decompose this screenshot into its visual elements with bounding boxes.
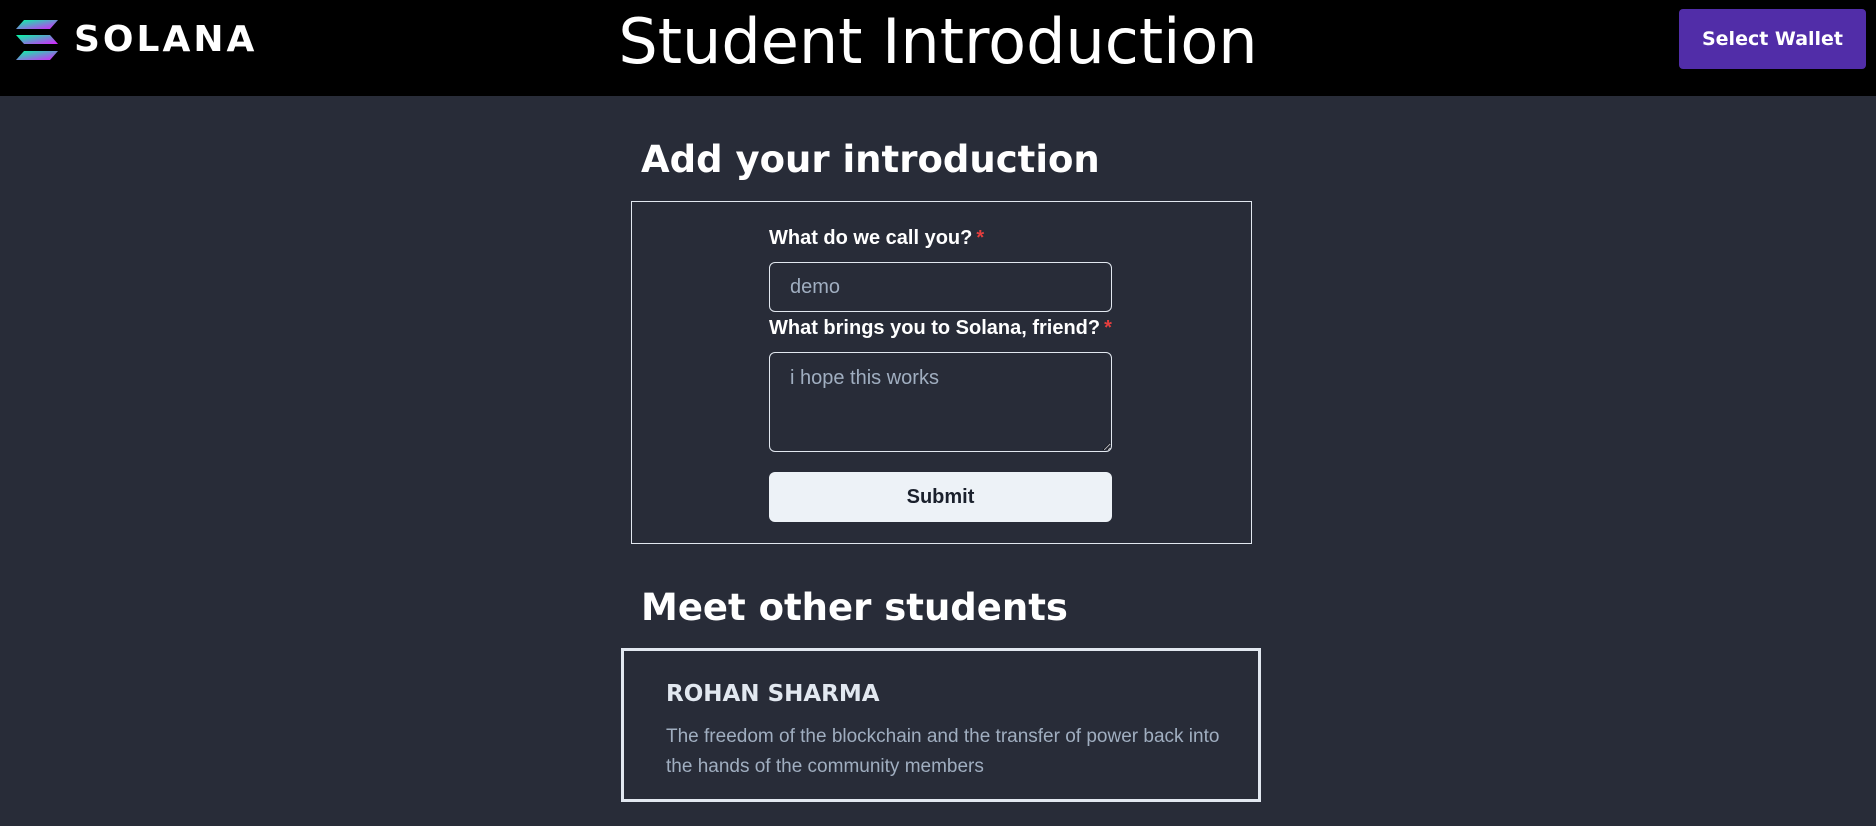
add-introduction-heading: Add your introduction [641,138,1100,181]
reason-label-text: What brings you to Solana, friend? [769,317,1101,339]
name-input[interactable] [769,262,1112,312]
name-required-mark: * [976,227,985,249]
student-message: The freedom of the blockchain and the tr… [666,726,1220,777]
solana-logo[interactable]: SOLANA [16,20,257,60]
reason-textarea[interactable]: i hope this works [769,352,1112,452]
student-card: ROHAN SHARMA The freedom of the blockcha… [621,648,1261,802]
reason-field-label: What brings you to Solana, friend? * [769,316,1112,340]
page-title: Student Introduction [618,5,1258,78]
reason-required-mark: * [1104,317,1112,339]
top-nav-bar: SOLANA Student Introduction Select Walle… [0,0,1876,96]
meet-students-heading: Meet other students [641,586,1068,629]
select-wallet-button[interactable]: Select Wallet [1679,9,1866,69]
name-label-text: What do we call you? [769,227,973,249]
logo-wordmark: SOLANA [74,19,258,60]
solana-logo-icon [16,20,58,60]
name-field-label: What do we call you? * [769,226,984,250]
student-name: ROHAN SHARMA [666,681,880,707]
submit-button[interactable]: Submit [769,472,1112,522]
